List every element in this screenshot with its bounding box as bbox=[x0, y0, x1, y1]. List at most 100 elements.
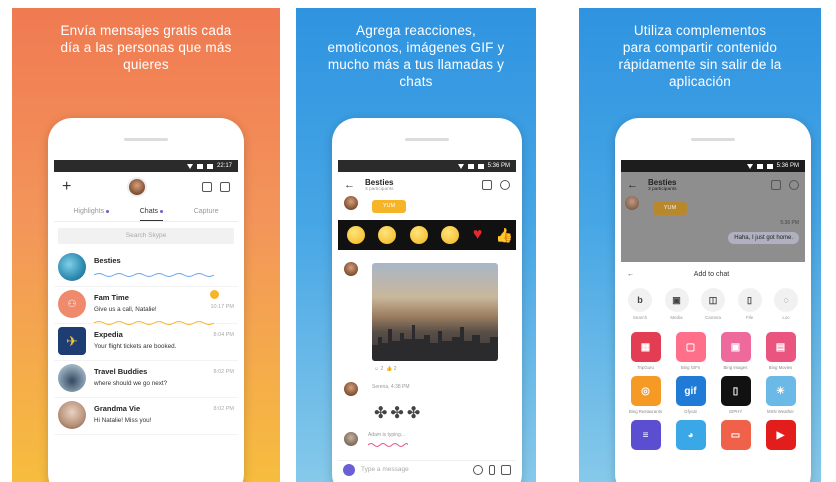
add-to-chat-sheet: ← Add to chat b Search ▣ Media ◫ Camera ▯ Fi… bbox=[621, 264, 805, 482]
tool-label: Media bbox=[670, 315, 683, 320]
tool-media[interactable]: ▣ Media bbox=[662, 288, 692, 320]
bubble-time: 5:36 PM bbox=[780, 220, 799, 226]
tab-highlights[interactable]: Highlights bbox=[73, 208, 110, 221]
phone-screen: 5:36 PM ← Besties 3 participants YUM ♥ 👍… bbox=[338, 160, 516, 482]
chat-avatar bbox=[58, 401, 86, 429]
addin-label: Bing GIFs bbox=[680, 365, 701, 370]
laugh-emoji-icon: ☺ bbox=[374, 366, 380, 372]
typing-squiggle-icon bbox=[93, 273, 215, 277]
conversation-subtitle: 3 participants bbox=[648, 187, 677, 192]
back-arrow-icon[interactable]: ← bbox=[627, 179, 638, 191]
addin-logo-icon: ▢ bbox=[675, 332, 706, 362]
chat-preview: where should we go next? bbox=[94, 380, 168, 387]
addin-app[interactable]: gif Gfycat bbox=[670, 376, 711, 414]
list-item[interactable]: ⚇ Fam Time Give us a call, Natalie! 10:1… bbox=[54, 287, 238, 325]
chat-avatar bbox=[58, 364, 86, 392]
back-arrow-icon[interactable]: ← bbox=[344, 179, 355, 191]
microphone-icon[interactable] bbox=[489, 464, 495, 475]
battery-icon bbox=[766, 163, 773, 169]
promo-panel-addins: Utiliza complementos para compartir cont… bbox=[579, 8, 821, 482]
addin-app[interactable]: ▯ GIPHY bbox=[715, 376, 756, 414]
search-input[interactable]: Search Skype bbox=[58, 228, 234, 244]
wifi-icon bbox=[186, 163, 193, 169]
list-item[interactable]: Grandma Vie Hi Natalie! Miss you! 8:02 P… bbox=[54, 398, 238, 435]
addin-app[interactable]: ▶ bbox=[760, 420, 801, 453]
message-bubble: Haha, I just got home. bbox=[728, 232, 799, 244]
tab-capture[interactable]: Capture bbox=[194, 208, 219, 221]
addin-app[interactable]: ▤ Bing Movies bbox=[760, 332, 801, 370]
tool-search[interactable]: b Search bbox=[625, 288, 655, 320]
tab-chats[interactable]: Chats bbox=[139, 208, 164, 221]
panel-caption: Envía mensajes gratis cada día a las per… bbox=[18, 22, 274, 73]
chat-name: Besties bbox=[94, 256, 121, 265]
dimmed-conversation: ← Besties 3 participants YUM 5:36 PM Hah… bbox=[621, 172, 805, 262]
signal-icon bbox=[756, 163, 763, 169]
unread-dot bbox=[160, 209, 164, 213]
addin-app[interactable]: ≡ bbox=[625, 420, 666, 453]
addin-app[interactable]: ☀ MSN Weather bbox=[760, 376, 801, 414]
caption-line: Utiliza complementos bbox=[633, 23, 767, 38]
sender-line: Serena, 4:38 PM bbox=[372, 384, 410, 390]
thumbs-up-icon[interactable]: 👍 bbox=[496, 226, 513, 244]
phone-speaker bbox=[691, 138, 735, 141]
caption-line: chats bbox=[399, 74, 433, 89]
group-avatar-icon: ⚇ bbox=[58, 290, 86, 318]
phone-frame: 22:17 + Highlights Chats Capture Search … bbox=[48, 118, 244, 482]
chat-time: 8:04 PM bbox=[213, 332, 234, 338]
video-call-icon[interactable] bbox=[771, 180, 781, 190]
addin-app[interactable]: ▭ bbox=[715, 420, 756, 453]
tool-file[interactable]: ▯ File bbox=[735, 288, 765, 320]
video-call-icon[interactable] bbox=[482, 180, 492, 190]
phone-speaker bbox=[405, 138, 449, 141]
addin-app[interactable]: ▣ Bing Images bbox=[715, 332, 756, 370]
phone-screen: 22:17 + Highlights Chats Capture Search … bbox=[54, 160, 238, 482]
list-item[interactable]: Travel Buddies where should we go next? … bbox=[54, 361, 238, 398]
laugh-emoji-icon[interactable] bbox=[441, 226, 460, 244]
sad-emoji-icon[interactable] bbox=[346, 226, 365, 244]
addin-label: GIPHY bbox=[728, 409, 743, 414]
sender-avatar bbox=[344, 432, 358, 446]
reaction-summary: ☺ 2 👍 2 bbox=[374, 366, 396, 372]
tool-label: Loc bbox=[782, 315, 790, 320]
camera-icon[interactable] bbox=[501, 464, 511, 475]
list-item[interactable]: Besties bbox=[54, 250, 238, 287]
tool-location[interactable]: ◌ Loc bbox=[771, 288, 801, 320]
add-content-icon[interactable] bbox=[343, 463, 355, 476]
surprised-emoji-icon[interactable] bbox=[409, 226, 428, 244]
list-item[interactable]: ✈ Expedia Your flight tickets are booked… bbox=[54, 324, 238, 361]
panel-caption: Agrega reacciones, emoticonos, imágenes … bbox=[302, 22, 530, 90]
contacts-icon[interactable] bbox=[202, 182, 212, 192]
tool-label: Search bbox=[632, 315, 648, 320]
status-time: 5:36 PM bbox=[487, 163, 510, 169]
tool-camera[interactable]: ◫ Camera bbox=[698, 288, 728, 320]
emoji-icon[interactable] bbox=[473, 464, 483, 475]
call-icon[interactable] bbox=[220, 182, 230, 192]
camera-icon: ◫ bbox=[701, 288, 725, 312]
heart-icon[interactable]: ♥ bbox=[473, 226, 483, 244]
message-input[interactable]: Type a message bbox=[361, 466, 467, 473]
addin-logo-icon: ▯ bbox=[720, 376, 751, 406]
addin-label: TripGuru bbox=[637, 365, 654, 370]
sender-avatar bbox=[344, 262, 358, 276]
addin-app[interactable]: ◎ Bing Restaurants bbox=[625, 376, 666, 414]
back-arrow-icon[interactable]: ← bbox=[627, 271, 634, 278]
new-chat-plus-icon[interactable]: + bbox=[62, 178, 71, 196]
shared-photo[interactable] bbox=[372, 263, 498, 361]
chat-preview: Hi Natalie! Miss you! bbox=[94, 417, 152, 424]
profile-avatar[interactable] bbox=[126, 177, 147, 197]
addin-label: MSN Weather bbox=[767, 409, 794, 414]
chats-top-bar: + bbox=[54, 172, 238, 202]
call-icon[interactable] bbox=[789, 180, 799, 190]
status-bar: 22:17 bbox=[54, 160, 238, 172]
addin-app[interactable]: ▢ Bing GIFs bbox=[670, 332, 711, 370]
call-icon[interactable] bbox=[500, 180, 510, 190]
expedia-logo-icon: ✈ bbox=[58, 327, 86, 355]
worried-emoji-icon[interactable] bbox=[378, 226, 397, 244]
sender-avatar bbox=[344, 196, 358, 210]
tab-label: Highlights bbox=[73, 208, 105, 215]
typing-indicator: Adam is typing... bbox=[368, 432, 405, 438]
addin-app[interactable]: ◕ bbox=[670, 420, 711, 453]
caption-line: Agrega reacciones, bbox=[356, 23, 476, 38]
conversation-title: Besties bbox=[365, 178, 394, 187]
addin-app[interactable]: ▦ TripGuru bbox=[625, 332, 666, 370]
